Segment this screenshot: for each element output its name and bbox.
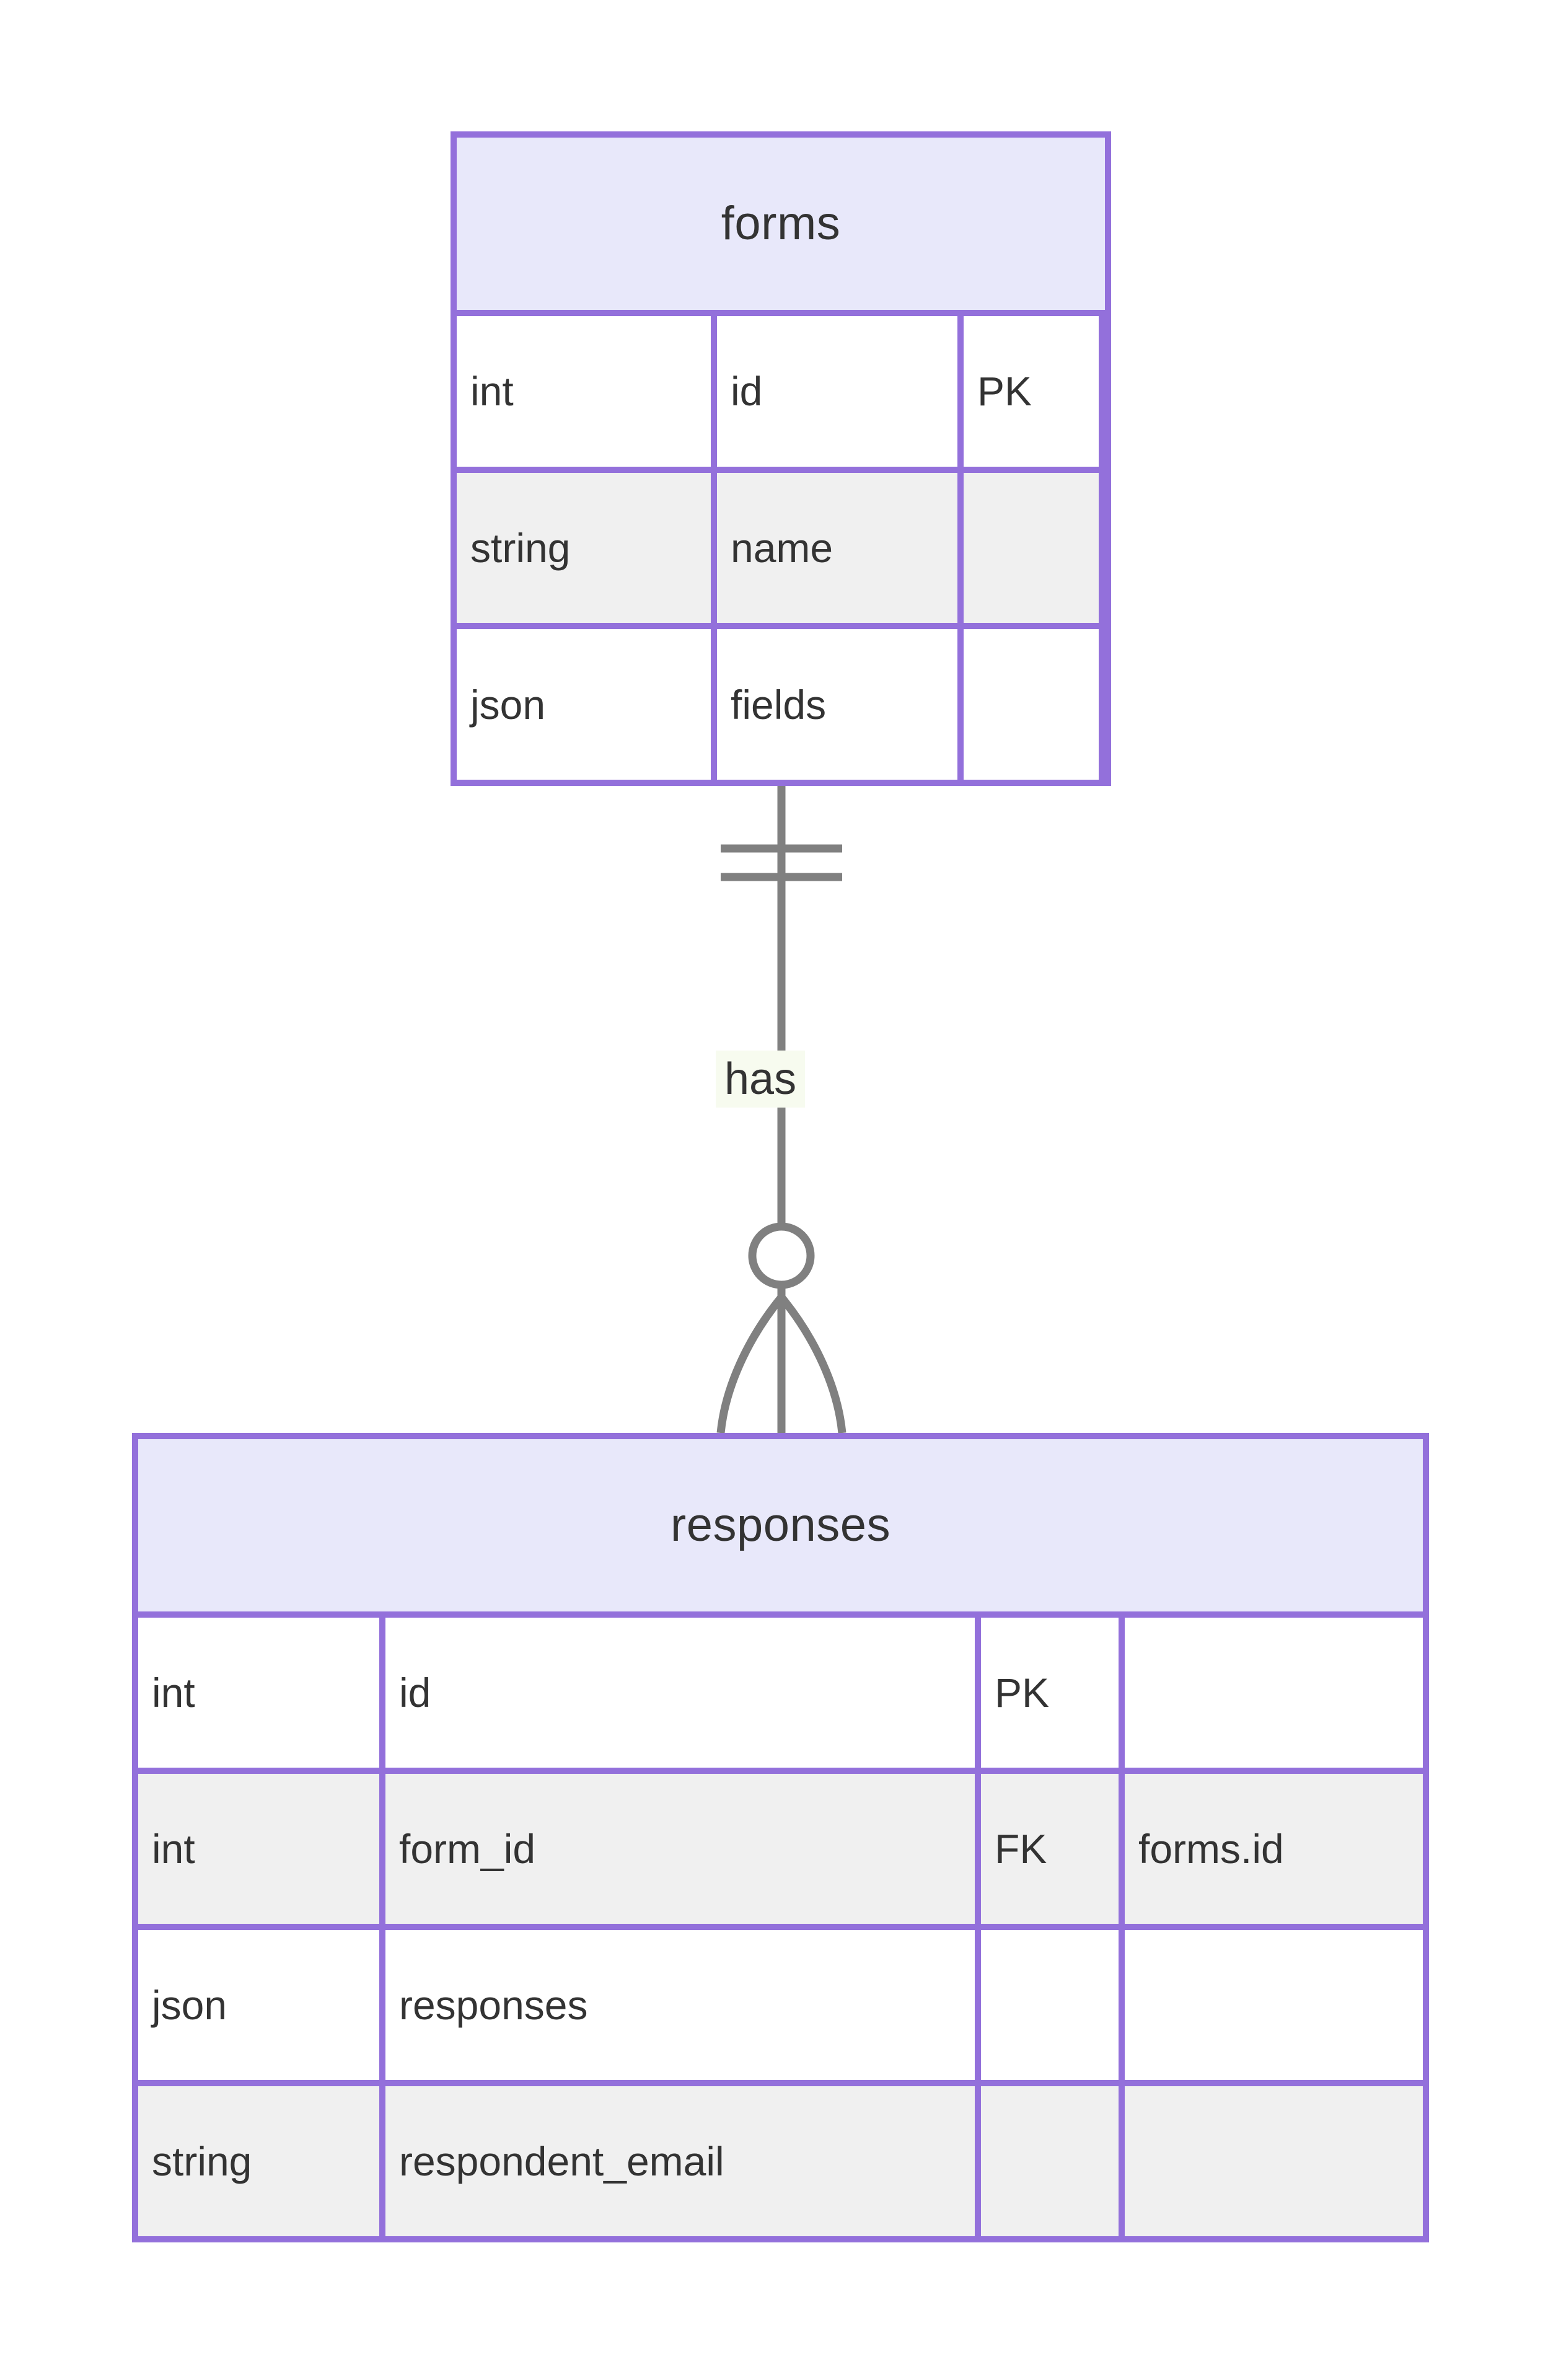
entity-forms-attribute-row[interactable]: string name xyxy=(457,472,1105,630)
attribute-type: json xyxy=(457,629,717,780)
attribute-ref xyxy=(1125,1618,1423,1768)
entity-forms-title: forms xyxy=(457,138,1105,316)
cardinality-many-crowsfoot-left xyxy=(716,1294,785,1434)
erd-canvas: has forms int id PK string name json fie… xyxy=(0,0,1561,2380)
entity-responses-attribute-row[interactable]: json responses xyxy=(138,1930,1423,2086)
entity-forms-attribute-row[interactable]: int id PK xyxy=(457,316,1105,473)
attribute-type: json xyxy=(138,1930,385,2080)
cardinality-zero-circle xyxy=(748,1222,815,1289)
attribute-type: int xyxy=(457,316,717,467)
attribute-ref: forms.id xyxy=(1138,1826,1284,1872)
entity-responses-attribute-row[interactable]: string respondent_email xyxy=(138,2086,1423,2236)
attribute-name: respondent_email xyxy=(385,2086,981,2236)
relationship-label: has xyxy=(716,1051,806,1108)
attribute-key: FK xyxy=(981,1774,1125,1924)
attribute-name: name xyxy=(717,472,964,624)
attribute-type: int xyxy=(138,1618,385,1768)
attribute-type: string xyxy=(138,2086,385,2236)
attribute-key: PK xyxy=(964,316,1105,467)
entity-forms[interactable]: forms int id PK string name json fields xyxy=(451,131,1111,786)
entity-responses-title: responses xyxy=(138,1439,1423,1618)
attribute-key xyxy=(981,2086,1125,2236)
attribute-key xyxy=(964,472,1105,624)
cardinality-many-crowsfoot-right xyxy=(778,1294,846,1434)
attribute-name: id xyxy=(385,1618,981,1768)
attribute-name: id xyxy=(717,316,964,467)
attribute-name: responses xyxy=(385,1930,981,2080)
attribute-key: PK xyxy=(981,1618,1125,1768)
attribute-key xyxy=(964,629,1105,780)
entity-responses-attribute-row[interactable]: int id PK xyxy=(138,1618,1423,1774)
attribute-ref xyxy=(1125,2086,1423,2236)
attribute-type: int xyxy=(138,1774,385,1924)
entity-forms-attribute-row[interactable]: json fields xyxy=(457,629,1105,780)
attribute-key xyxy=(981,1930,1125,2080)
attribute-name: form_id xyxy=(385,1774,981,1924)
entity-responses[interactable]: responses int id PK int form_id FK forms… xyxy=(132,1433,1429,2242)
attribute-name: fields xyxy=(717,629,964,780)
attribute-type: string xyxy=(457,472,717,624)
attribute-ref xyxy=(1125,1930,1423,2080)
entity-responses-attribute-row[interactable]: int form_id FK forms.id xyxy=(138,1774,1423,1930)
